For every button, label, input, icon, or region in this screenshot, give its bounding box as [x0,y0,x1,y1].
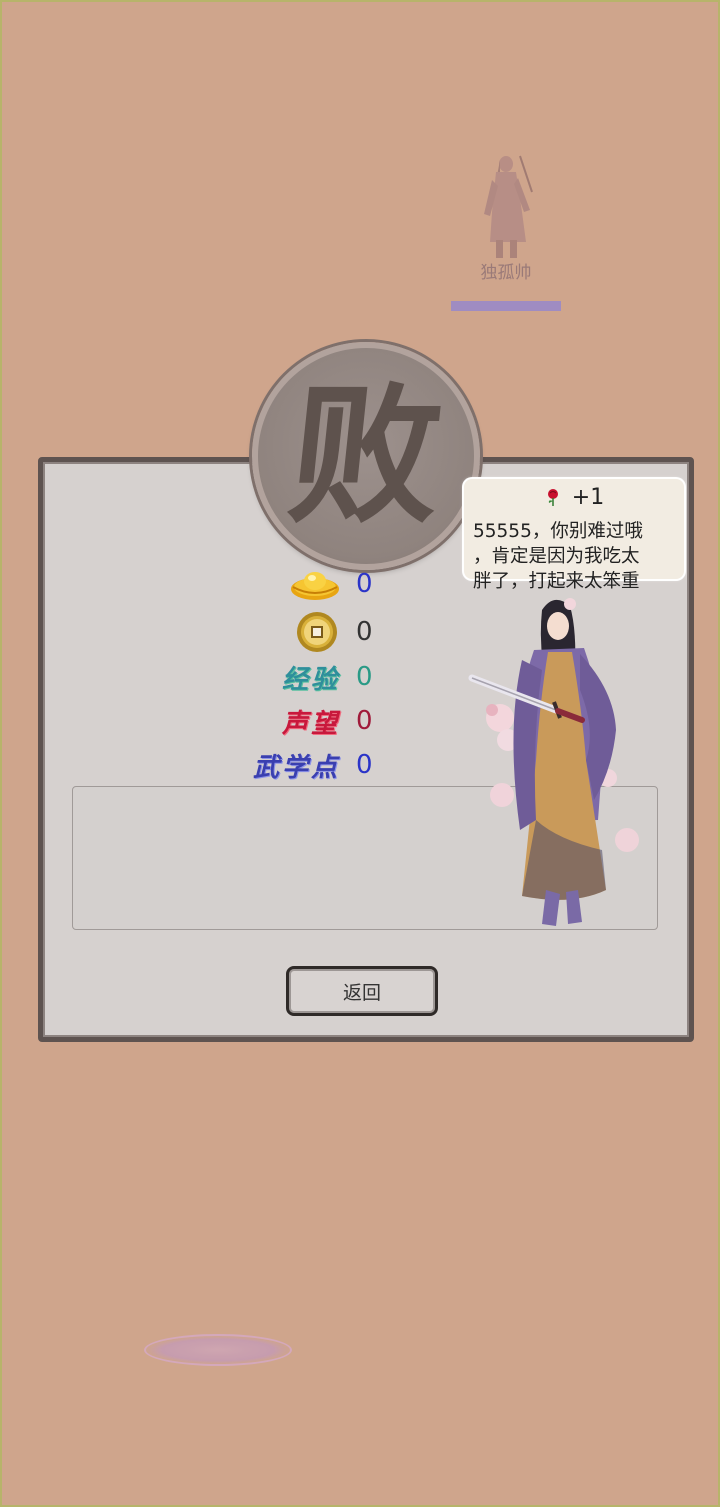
reward-row-skill-points: 武学点 0 [202,745,402,785]
rose-icon [547,489,558,506]
gift-count: +1 [571,485,605,510]
skill-points-label: 武学点 [252,752,340,783]
reward-row-fame: 声望 0 [202,701,402,741]
speech-text: 55555，你别难过哦 ，肯定是因为我吃太 胖了，打起来太笨重 [473,521,643,592]
reward-row-coin: 0 [202,612,402,652]
fame-label: 声望 [281,708,340,739]
exp-value: 0 [356,662,373,692]
coin-value: 0 [356,617,373,647]
heroine-character[interactable] [462,590,658,935]
enemy-hp-fill [451,301,561,311]
reward-row-exp: 经验 0 [202,657,402,697]
magic-circle-effect [144,1334,292,1366]
reward-row-gold: 0 [202,564,402,604]
fame-value: 0 [356,706,373,736]
skill-points-value: 0 [356,750,373,780]
speech-bubble: +1 55555，你别难过哦 ，肯定是因为我吃太 胖了，打起来太笨重 [464,479,684,592]
copper-coin-icon [297,612,337,652]
defeat-text: 败 [281,368,451,544]
gold-ingot-icon [291,572,339,600]
return-button[interactable]: 返回 [286,966,438,1016]
gift-counter: +1 [464,485,684,510]
enemy-name: 独孤帅 [480,263,532,283]
enemy-figure[interactable] [470,152,542,262]
defeat-seal: 败 [252,342,480,570]
exp-label: 经验 [281,664,340,695]
gold-value: 0 [356,569,373,599]
enemy-hp-bar [451,301,561,311]
